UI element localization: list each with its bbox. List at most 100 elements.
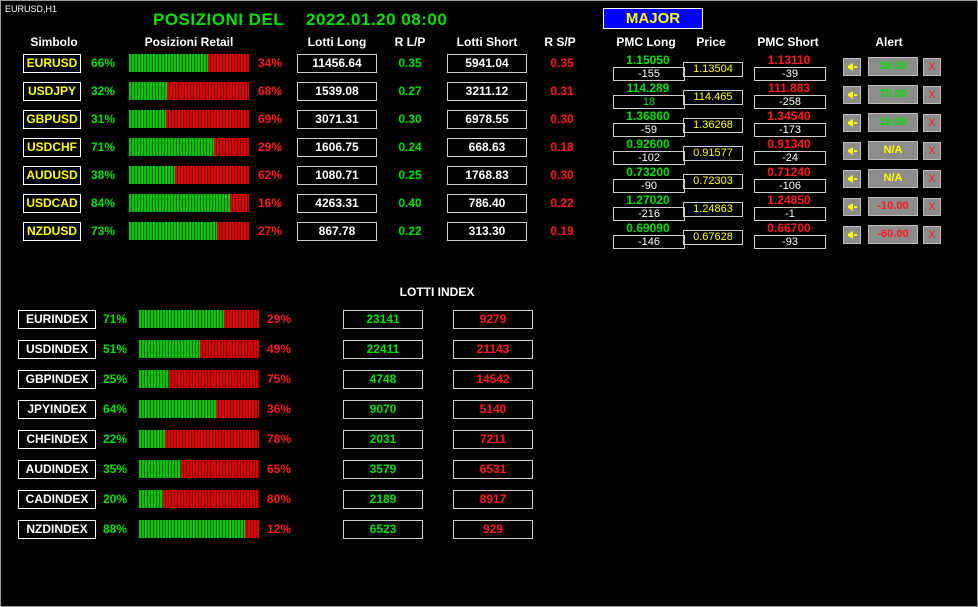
pmc-long-diff: -216 xyxy=(613,207,685,221)
pair-symbol-button[interactable]: USDCAD xyxy=(23,194,81,213)
col-lotti-short: Lotti Short xyxy=(456,35,518,49)
alert-remove-button[interactable]: X xyxy=(923,86,941,104)
alert-bell-button[interactable] xyxy=(843,170,861,188)
alert-remove-button[interactable]: X xyxy=(923,198,941,216)
index-short-lots: 9279 xyxy=(453,310,533,329)
retail-position-bar xyxy=(129,138,249,156)
bell-icon xyxy=(848,147,857,155)
long-bar-fill xyxy=(139,520,245,538)
retail-position-bar xyxy=(129,54,249,72)
short-bar-fill xyxy=(208,54,249,72)
pmc-short-diff: -39 xyxy=(754,67,826,81)
bell-icon xyxy=(848,231,857,239)
long-percent: 66% xyxy=(91,56,116,70)
col-pmc-short: PMC Short xyxy=(757,35,819,49)
index-long-lots: 23141 xyxy=(343,310,423,329)
alert-value-button[interactable]: 70.00 xyxy=(868,85,918,104)
retail-position-bar xyxy=(129,194,249,212)
pmc-short-value: 0.66700 xyxy=(767,221,811,235)
long-bar-fill xyxy=(139,400,216,418)
alert-value-button[interactable]: 15.00 xyxy=(868,113,918,132)
index-position-bar xyxy=(139,430,259,448)
price-value: 1.13504 xyxy=(683,62,743,77)
pmc-short-value: 1.24850 xyxy=(767,193,811,207)
index-position-bar xyxy=(139,490,259,508)
long-percent: 84% xyxy=(91,196,116,210)
long-bar-fill xyxy=(129,194,230,212)
r-lp-value: 0.35 xyxy=(398,56,422,70)
index-short-lots: 14542 xyxy=(453,370,533,389)
bell-icon xyxy=(848,119,857,127)
r-lp-value: 0.27 xyxy=(398,84,422,98)
pmc-long-value: 0.73200 xyxy=(626,165,670,179)
pmc-long-diff: -155 xyxy=(613,67,685,81)
short-bar-fill xyxy=(163,490,259,508)
pair-symbol-button[interactable]: NZDUSD xyxy=(23,222,81,241)
short-bar-fill xyxy=(214,138,249,156)
alert-value-button[interactable]: N/A xyxy=(868,141,918,160)
col-r-lp: R L/P xyxy=(394,35,426,49)
r-sp-value: 0.31 xyxy=(550,84,574,98)
pmc-long-value: 0.92600 xyxy=(626,137,670,151)
short-bar-fill xyxy=(181,460,259,478)
index-symbol: CHFINDEX xyxy=(18,430,96,449)
long-bar-fill xyxy=(129,82,168,100)
alert-remove-button[interactable]: X xyxy=(923,58,941,76)
retail-position-bar xyxy=(129,82,249,100)
alert-value-button[interactable]: -10.00 xyxy=(868,197,918,216)
pair-symbol-button[interactable]: AUDUSD xyxy=(23,166,81,185)
lotti-long-value: 867.78 xyxy=(297,222,377,241)
index-short-percent: 78% xyxy=(267,432,292,446)
short-bar-fill xyxy=(224,310,259,328)
index-symbol: JPYINDEX xyxy=(18,400,96,419)
short-bar-fill xyxy=(174,166,249,184)
pair-symbol-button[interactable]: USDCHF xyxy=(23,138,81,157)
alert-remove-button[interactable]: X xyxy=(923,170,941,188)
pmc-long-diff: 18 xyxy=(613,95,685,109)
alert-value-button[interactable]: 35.00 xyxy=(868,57,918,76)
index-short-lots: 21143 xyxy=(453,340,533,359)
alert-bell-button[interactable] xyxy=(843,86,861,104)
alert-value-button[interactable]: -60.00 xyxy=(868,225,918,244)
long-bar-fill xyxy=(139,310,225,328)
lotti-short-value: 313.30 xyxy=(447,222,527,241)
index-short-percent: 65% xyxy=(267,462,292,476)
col-pmc-long: PMC Long xyxy=(616,35,676,49)
long-bar-fill xyxy=(129,166,175,184)
alert-bell-button[interactable] xyxy=(843,226,861,244)
index-position-bar xyxy=(139,460,259,478)
alert-bell-button[interactable] xyxy=(843,114,861,132)
pair-symbol-button[interactable]: USDJPY xyxy=(23,82,81,101)
index-short-lots: 5140 xyxy=(453,400,533,419)
alert-remove-button[interactable]: X xyxy=(923,226,941,244)
index-short-percent: 75% xyxy=(267,372,292,386)
short-percent: 27% xyxy=(258,224,283,238)
pair-symbol-button[interactable]: GBPUSD xyxy=(23,110,81,129)
index-symbol: EURINDEX xyxy=(18,310,96,329)
alert-remove-button[interactable]: X xyxy=(923,142,941,160)
col-simbolo: Simbolo xyxy=(30,35,78,49)
lotti-short-value: 5941.04 xyxy=(447,54,527,73)
col-price: Price xyxy=(696,35,726,49)
pair-symbol-button[interactable]: EURUSD xyxy=(23,54,81,73)
r-sp-value: 0.35 xyxy=(550,56,574,70)
index-symbol: NZDINDEX xyxy=(18,520,96,539)
alert-value-button[interactable]: N/A xyxy=(868,169,918,188)
alert-bell-button[interactable] xyxy=(843,198,861,216)
pmc-short-diff: -106 xyxy=(754,179,826,193)
major-button[interactable]: MAJOR xyxy=(603,8,703,29)
long-bar-fill xyxy=(129,222,217,240)
col-r-sp: R S/P xyxy=(544,35,576,49)
index-position-bar xyxy=(139,400,259,418)
short-bar-fill xyxy=(244,520,259,538)
alert-bell-button[interactable] xyxy=(843,58,861,76)
alert-remove-button[interactable]: X xyxy=(923,114,941,132)
price-value: 0.91577 xyxy=(683,146,743,161)
window-title: EURUSD,H1 xyxy=(5,4,58,14)
short-bar-fill xyxy=(200,340,259,358)
alert-bell-button[interactable] xyxy=(843,142,861,160)
r-lp-value: 0.24 xyxy=(398,140,422,154)
index-long-lots: 3579 xyxy=(343,460,423,479)
page-title: POSIZIONI DEL xyxy=(153,10,285,29)
index-long-percent: 88% xyxy=(103,522,128,536)
